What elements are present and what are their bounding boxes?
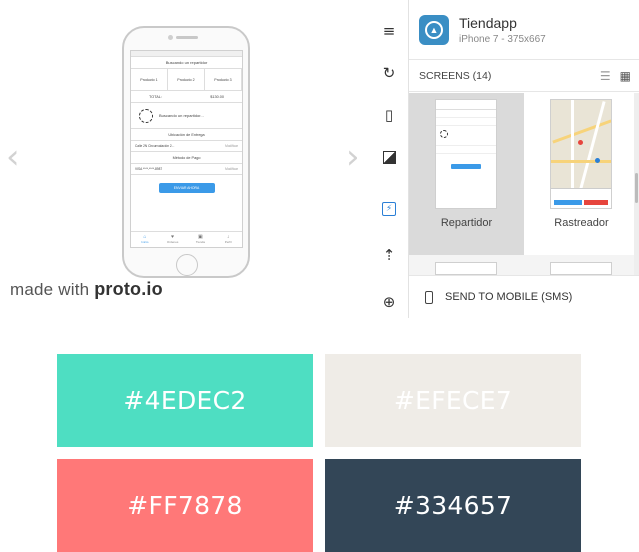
swatch-label: #FF7878	[127, 491, 243, 520]
tab-label: Tienda	[195, 240, 205, 244]
screen-thumbnails-row-2	[409, 255, 639, 275]
tab-profile[interactable]: ↓ Perfil	[214, 232, 242, 247]
app-name: Tiendapp	[459, 14, 517, 31]
swatch-label: #4EDEC2	[123, 386, 247, 415]
card-row[interactable]: VISA ****-****-8987 Modificar	[131, 164, 242, 175]
card-text: VISA ****-****-8987	[135, 167, 163, 171]
menu-icon[interactable]: ≡	[376, 18, 402, 44]
tab-label: Ordenes	[166, 240, 179, 244]
product-item[interactable]: Producto 1	[131, 69, 168, 90]
swatch-label: #334657	[393, 491, 513, 520]
mobile-phone-icon	[425, 290, 433, 304]
brand-logo[interactable]: proto.io	[94, 279, 163, 299]
send-to-mobile-label: SEND TO MOBILE (SMS)	[445, 291, 573, 303]
screens-header: SCREENS (14) ☰ ▦	[409, 60, 639, 92]
tab-label: Perfil	[224, 240, 232, 244]
delivery-location-label: Ubicación de Entrega	[131, 129, 242, 141]
app-device: iPhone 7 - 375x667	[459, 33, 546, 45]
screens-count: SCREENS (14)	[419, 69, 492, 82]
searching-row: Buscando un repartidor...	[131, 103, 242, 129]
app-icon: ▲	[419, 14, 449, 45]
total-value: $130.00	[210, 95, 224, 99]
swatch-label: #EFECE7	[393, 386, 513, 415]
total-row: TOTAL: $130.00	[131, 91, 242, 103]
map-thumb-preview	[550, 99, 612, 209]
screen-label: Repartidor	[440, 217, 493, 229]
made-with-credit: made with proto.io	[10, 279, 163, 300]
color-swatch: #4EDEC2	[57, 354, 313, 447]
color-swatch: #EFECE7	[325, 354, 581, 447]
tab-bar: ⌂ Inicio ♥ Ordenes ▣ Tienda ↓ Perfil	[131, 231, 242, 247]
speaker-grille	[176, 36, 198, 39]
camera-icon	[168, 35, 173, 40]
total-label: TOTAL:	[149, 95, 162, 99]
product-item[interactable]: Producto 2	[168, 69, 205, 90]
home-button	[176, 254, 198, 276]
chevron-left-icon[interactable]: ‹	[6, 140, 20, 174]
tab-store[interactable]: ▣ Tienda	[187, 232, 215, 247]
rotate-device-icon[interactable]: ▯	[376, 102, 402, 128]
color-swatch: #FF7878	[57, 459, 313, 552]
phone-mockup: Buscando un repartidor Producto 1 Produc…	[122, 26, 250, 278]
modify-card-link[interactable]: Modificar	[225, 164, 238, 174]
payment-method-label: Método de Pago	[131, 152, 242, 164]
panel-scrollbar[interactable]	[634, 93, 639, 275]
spinner-icon	[139, 108, 153, 123]
modify-address-link[interactable]: Modificar	[225, 141, 238, 151]
zoom-icon[interactable]: ⊕	[376, 289, 402, 315]
tab-orders[interactable]: ♥ Ordenes	[159, 232, 187, 247]
list-view-icon[interactable]: ☰	[600, 69, 611, 83]
address-text: Calle 2N Circunvalación 2...	[135, 144, 175, 148]
contrast-icon[interactable]	[376, 144, 402, 170]
screen-thumb-rastreador[interactable]: Rastreador	[524, 93, 639, 255]
address-row[interactable]: Calle 2N Circunvalación 2... Modificar	[131, 141, 242, 152]
screen-thumb[interactable]	[435, 262, 497, 275]
flash-icon[interactable]: ⚡	[376, 196, 402, 222]
screen-thumb-repartidor[interactable]: Repartidor	[409, 93, 524, 255]
prototype-preview: ‹ › Buscando un repartidor Producto 1 Pr…	[0, 0, 370, 310]
screen-title: Buscando un repartidor	[131, 57, 242, 69]
app-header: ▲ Tiendapp iPhone 7 - 375x667	[409, 0, 639, 60]
screen-label: Rastreador	[554, 217, 609, 229]
made-with-prefix: made with	[10, 280, 90, 299]
tool-sidebar: ≡ ↻ ▯ ⚡ ⇡ ⊕	[370, 0, 408, 318]
screen-thumbnails: Repartidor Rastreador	[409, 93, 639, 255]
grid-view-icon[interactable]: ▦	[620, 69, 631, 83]
send-now-button[interactable]: ENVIAR AHORA	[158, 183, 215, 193]
color-swatch: #334657	[325, 459, 581, 552]
send-to-mobile-button[interactable]: SEND TO MOBILE (SMS)	[409, 275, 639, 318]
refresh-icon[interactable]: ↻	[376, 60, 402, 86]
product-item[interactable]: Producto 3	[205, 69, 242, 90]
upload-icon[interactable]: ⇡	[376, 242, 402, 268]
screen-thumb[interactable]	[550, 262, 612, 275]
tab-home[interactable]: ⌂ Inicio	[131, 232, 159, 247]
thumb-preview	[435, 99, 497, 209]
searching-text: Buscando un repartidor...	[159, 113, 204, 118]
product-strip: Producto 1 Producto 2 Producto 3	[131, 69, 242, 91]
tab-label: Inicio	[141, 240, 149, 244]
chevron-right-icon[interactable]: ›	[346, 140, 360, 174]
phone-screen: Buscando un repartidor Producto 1 Produc…	[130, 50, 243, 248]
screens-panel: ▲ Tiendapp iPhone 7 - 375x667 SCREENS (1…	[408, 0, 639, 318]
